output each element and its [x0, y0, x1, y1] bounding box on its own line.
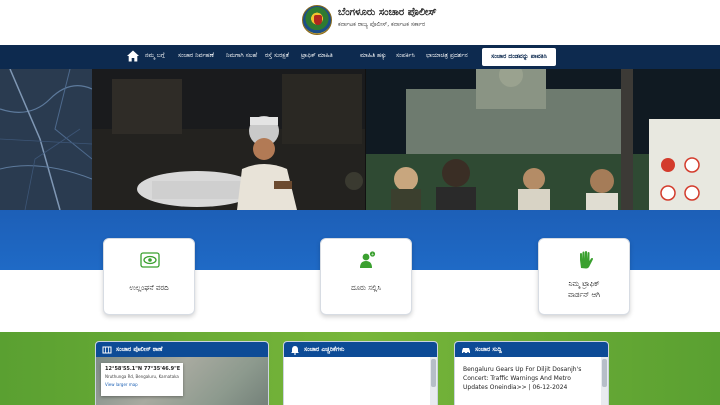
home-icon[interactable] [126, 49, 140, 63]
complaint-person-icon: + [360, 251, 376, 268]
eye-report-icon [140, 252, 160, 268]
nav-item-traffic-management[interactable]: ಸಂಚಾರ ನಿರ್ವಹಣೆ [178, 52, 214, 60]
traffic-warden-label-line1: ನಿಮ್ಮ ಟ್ರಾಫಿಕ್ [568, 280, 600, 288]
hero-banner [0, 69, 720, 210]
alerts-scrollbar[interactable] [430, 357, 437, 405]
map-coordinates: 12°58'55.1"N 77°35'46.9"E [105, 366, 181, 372]
vidhana-soudha-night-photo [366, 69, 720, 210]
page: ಬೆಂಗಳೂರು ಸಂಚಾರ ಪೊಲೀಸ್ ಕರ್ನಾಟಕ ರಾಜ್ಯ ಪೊಲೀ… [0, 0, 720, 405]
nav-item-contact[interactable]: ಸಂಪರ್ಕಿಸಿ [396, 52, 415, 60]
traffic-alerts-panel-header: ಸಂಚಾರ ಎಚ್ಚರಿಕೆಗಳು [284, 342, 437, 357]
police-station-panel-title: ಸಂಚಾರ ಪೊಲೀಸ್ ಠಾಣೆ [116, 345, 163, 353]
hand-icon [580, 251, 594, 269]
site-title: ಬೆಂಗಳೂರು ಸಂಚಾರ ಪೊಲೀಸ್ [338, 7, 437, 18]
map-address: Nruthunga Rd, Bengaluru, Karnataka [105, 374, 179, 379]
map-info-card: 12°58'55.1"N 77°35'46.9"E Nruthunga Rd, … [101, 363, 183, 396]
news-scrollbar-thumb[interactable] [602, 359, 607, 387]
traffic-warden-label-line2: ವಾರ್ಡನ್ ಆಗಿ [568, 291, 600, 299]
nav-item-traffic-info[interactable]: ಟ್ರಾಫಿಕ್ ಮಾಹಿತಿ [301, 52, 333, 60]
bell-icon [291, 345, 299, 355]
traffic-news-list: Bengaluru Gears Up For Diljit Dosanjh's … [455, 357, 608, 405]
news-item-link[interactable]: Bengaluru Gears Up For Diljit Dosanjh's … [463, 365, 593, 392]
view-larger-map-link[interactable]: View larger map [105, 382, 179, 387]
embedded-map[interactable]: 12°58'55.1"N 77°35'46.9"E Nruthunga Rd, … [96, 357, 268, 405]
file-complaint-card[interactable]: + ದೂರು ಸಲ್ಲಿಸಿ [320, 238, 412, 315]
site-subtitle: ಕರ್ನಾಟಕ ರಾಜ್ಯ ಪೊಲೀಸ್, ಕರ್ನಾಟಕ ಸರ್ಕಾರ [338, 21, 426, 28]
traffic-news-panel-title: ಸಂಚಾರ ಸುದ್ದಿ [475, 345, 502, 353]
traffic-alerts-panel-title: ಸಂಚಾರ ಎಚ್ಚರಿಕೆಗಳು [304, 345, 345, 353]
traffic-news-panel-header: ಸಂಚಾರ ಸುದ್ದಿ [455, 342, 608, 357]
police-station-panel-header: ಸಂಚಾರ ಪೊಲೀಸ್ ಠಾಣೆ [96, 342, 268, 357]
police-station-panel: ಸಂಚಾರ ಪೊಲೀಸ್ ಠಾಣೆ 12°58'55.1"N 77°35'46.… [95, 341, 269, 405]
nav-item-rti[interactable]: ಮಾಹಿತಿ ಹಕ್ಕು [360, 52, 386, 60]
traffic-alerts-list [284, 357, 437, 405]
nav-item-advice[interactable]: ನಿಮಗಾಗಿ ಸಲಹೆ [226, 52, 257, 60]
main-nav: ನಮ್ಮ ಬಗ್ಗೆ ಸಂಚಾರ ನಿರ್ವಹಣೆ ನಿಮಗಾಗಿ ಸಲಹೆ ರ… [0, 45, 720, 69]
traffic-warden-card[interactable]: ನಿಮ್ಮ ಟ್ರಾಫಿಕ್ ವಾರ್ಡನ್ ಆಗಿ [538, 238, 630, 315]
officer-on-motorcycle-photo [92, 69, 365, 210]
police-emblem-logo[interactable] [302, 5, 332, 35]
news-scrollbar[interactable] [601, 357, 608, 405]
alerts-scrollbar-thumb[interactable] [431, 359, 436, 387]
svg-text:+: + [371, 252, 374, 257]
nav-item-road-safety[interactable]: ರಸ್ತೆ ಸುರಕ್ಷತೆ [265, 52, 289, 60]
car-icon [462, 347, 470, 354]
site-header: ಬೆಂಗಳೂರು ಸಂಚಾರ ಪೊಲೀಸ್ ಕರ್ನಾಟಕ ರಾಜ್ಯ ಪೊಲೀ… [0, 0, 720, 45]
nav-item-gallery[interactable]: ಛಾಯಾಚಿತ್ರ ಪ್ರದರ್ಶನ [426, 52, 468, 60]
map-icon [102, 346, 112, 353]
traffic-news-panel: ಸಂಚಾರ ಸುದ್ದಿ Bengaluru Gears Up For Dilj… [454, 341, 609, 405]
report-violation-label: ಉಲ್ಲಂಘನೆ ವರದಿ [129, 284, 169, 292]
file-complaint-label: ದೂರು ಸಲ್ಲಿಸಿ [351, 284, 381, 292]
traffic-alerts-panel: ಸಂಚಾರ ಎಚ್ಚರಿಕೆಗಳು [283, 341, 438, 405]
nav-item-about[interactable]: ನಮ್ಮ ಬಗ್ಗೆ [145, 52, 165, 60]
pay-fine-button[interactable]: ಸಂಚಾರ ದಂಡವನ್ನು ಪಾವತಿಸಿ [482, 48, 556, 66]
city-map-image [0, 69, 92, 210]
report-violation-card[interactable]: ಉಲ್ಲಂಘನೆ ವರದಿ [103, 238, 195, 315]
